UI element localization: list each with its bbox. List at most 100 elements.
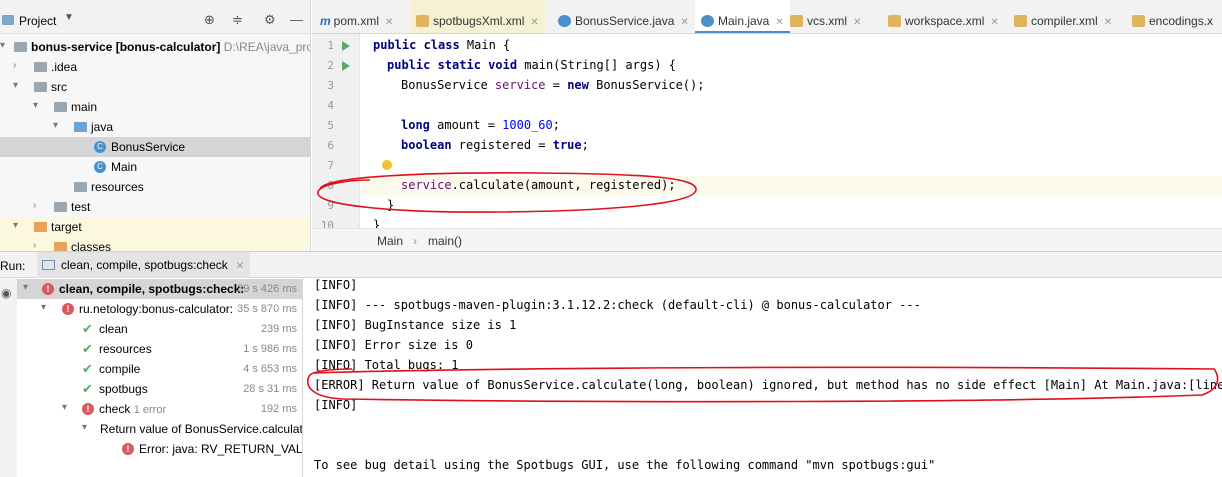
tab-label: spotbugsXml.xml bbox=[433, 14, 525, 28]
console-output[interactable]: [INFO] [INFO] --- spotbugs-maven-plugin:… bbox=[304, 278, 1222, 477]
tree-item-idea[interactable]: › .idea bbox=[0, 57, 310, 77]
chevron-down-icon[interactable]: ▾ bbox=[0, 40, 5, 51]
run-tree-label: Error: java: RV_RETURN_VALUE_ bbox=[139, 442, 303, 456]
run-toolbar: ◉ bbox=[0, 278, 17, 477]
minimize-icon[interactable]: — bbox=[290, 12, 303, 27]
chevron-right-icon[interactable]: › bbox=[13, 60, 16, 71]
maven-icon: m bbox=[320, 14, 331, 28]
run-label: Run: bbox=[0, 259, 26, 273]
close-icon[interactable]: ✕ bbox=[236, 261, 244, 272]
chevron-down-icon[interactable]: ▾ bbox=[41, 302, 46, 313]
tree-item-main[interactable]: ▾ main bbox=[0, 97, 310, 117]
run-tree-bug[interactable]: ▾ Return value of BonusService.calculate bbox=[17, 419, 303, 439]
tab-compiler-xml[interactable]: compiler.xml ✕ bbox=[1014, 0, 1112, 33]
chevron-down-icon[interactable]: ▾ bbox=[62, 402, 67, 413]
project-panel-header: Project ▼ ⊕ ≑ ⚙ — bbox=[0, 0, 310, 34]
breadcrumb-item-main[interactable]: Main bbox=[377, 234, 403, 248]
line-number: 10 bbox=[320, 219, 334, 228]
run-duration: 1 s 986 ms bbox=[243, 343, 297, 355]
run-tab[interactable]: clean, compile, spotbugs:check ✕ bbox=[37, 252, 251, 278]
code-line-5: long amount = 1000_60; bbox=[401, 118, 560, 132]
tree-item-label: target bbox=[51, 220, 82, 234]
tab-label: vcs.xml bbox=[807, 14, 847, 28]
code-line-6: boolean registered = true; bbox=[401, 138, 589, 152]
chevron-down-icon[interactable]: ▾ bbox=[33, 100, 38, 111]
run-tree-label: check bbox=[99, 402, 131, 416]
run-tree-spotbugs[interactable]: ✔ spotbugs 28 s 31 ms bbox=[17, 379, 302, 399]
tree-item-label: test bbox=[71, 200, 91, 214]
tree-item-bonusservice[interactable]: C BonusService bbox=[0, 137, 310, 157]
run-tree-root[interactable]: ▾ ! clean, compile, spotbugs:check: 39 s… bbox=[17, 279, 302, 299]
run-tree-error[interactable]: ! Error: java: RV_RETURN_VALUE_ bbox=[17, 439, 303, 459]
tree-item-classes[interactable]: › classes bbox=[0, 237, 310, 251]
run-method-icon[interactable] bbox=[342, 61, 350, 71]
code-editor[interactable]: 1 2 3 4 5 6 7 8 9 10 public class Main {… bbox=[312, 34, 1222, 228]
tree-item-bonus-service[interactable]: ▾ bonus-service [bonus-calculator] D:\RE… bbox=[0, 37, 310, 57]
line-number: 4 bbox=[327, 99, 334, 112]
source-folder-icon bbox=[74, 122, 87, 132]
line-number: 7 bbox=[327, 159, 334, 172]
chevron-down-icon[interactable]: ▾ bbox=[53, 120, 58, 131]
tree-item-target[interactable]: ▾ target bbox=[0, 217, 310, 237]
tab-pom-xml[interactable]: m pom.xml ✕ bbox=[320, 0, 393, 33]
tree-item-java[interactable]: ▾ java bbox=[0, 117, 310, 137]
collapse-icon[interactable]: ≑ bbox=[232, 12, 243, 28]
run-duration: 28 s 31 ms bbox=[243, 383, 297, 395]
close-icon[interactable]: ✕ bbox=[853, 17, 861, 28]
close-icon[interactable]: ✕ bbox=[530, 17, 538, 28]
chevron-down-icon[interactable]: ▾ bbox=[82, 422, 87, 433]
tree-item-label: main bbox=[71, 100, 98, 114]
close-icon[interactable]: ✕ bbox=[990, 17, 998, 28]
close-icon[interactable]: ✕ bbox=[1104, 17, 1112, 28]
console-line: [INFO] BugInstance size is 1 bbox=[314, 318, 517, 332]
tree-item-test[interactable]: › test bbox=[0, 197, 310, 217]
tree-item-resources[interactable]: resources bbox=[0, 177, 310, 197]
tab-workspace-xml[interactable]: workspace.xml ✕ bbox=[888, 0, 999, 33]
project-panel: Project ▼ ⊕ ≑ ⚙ — ▾ bonus-service [bonus… bbox=[0, 0, 311, 251]
chevron-down-icon[interactable]: ▾ bbox=[13, 80, 18, 91]
project-panel-title[interactable]: Project bbox=[19, 14, 56, 28]
close-icon[interactable]: ✕ bbox=[680, 17, 688, 28]
run-tree-clean[interactable]: ✔ clean 239 ms bbox=[17, 319, 302, 339]
console-line: [INFO] --- spotbugs-maven-plugin:3.1.12.… bbox=[314, 298, 921, 312]
chevron-down-icon[interactable]: ▾ bbox=[13, 220, 18, 231]
chevron-down-icon[interactable]: ▾ bbox=[23, 282, 28, 293]
tab-spotbugsxml-xml[interactable]: spotbugsXml.xml ✕ bbox=[410, 0, 545, 33]
line-number: 9 bbox=[327, 199, 334, 212]
tab-label: Main.java bbox=[718, 14, 770, 28]
tree-item-path: D:\REA\java_proje bbox=[223, 40, 310, 54]
tree-item-label: java bbox=[91, 120, 114, 134]
run-tree: ◉ ▾ ! clean, compile, spotbugs:check: 39… bbox=[0, 278, 303, 477]
line-number: 5 bbox=[327, 119, 334, 132]
chevron-right-icon[interactable]: › bbox=[33, 200, 36, 211]
eye-icon[interactable]: ◉ bbox=[1, 286, 11, 300]
breadcrumb-item-main-method[interactable]: main() bbox=[428, 234, 462, 248]
run-duration: 239 ms bbox=[260, 323, 297, 335]
tree-item-main-class[interactable]: C Main bbox=[0, 157, 310, 177]
crosshair-icon[interactable]: ⊕ bbox=[204, 12, 215, 28]
run-tree-label: Return value of BonusService.calculate bbox=[100, 422, 303, 436]
tree-item-label: bonus-service [bonus-calculator] bbox=[31, 40, 221, 54]
close-icon[interactable]: ✕ bbox=[775, 17, 783, 28]
tab-encodings-xml[interactable]: encodings.x bbox=[1132, 0, 1213, 33]
tab-label: workspace.xml bbox=[905, 14, 985, 28]
tab-bonusservice-java[interactable]: BonusService.java ✕ bbox=[558, 0, 689, 33]
tab-vcs-xml[interactable]: vcs.xml ✕ bbox=[790, 0, 861, 33]
lightbulb-icon[interactable] bbox=[382, 160, 392, 170]
chevron-right-icon[interactable]: › bbox=[33, 240, 36, 251]
run-tree-check[interactable]: ▾ ! check 1 error 192 ms bbox=[17, 399, 302, 419]
gear-icon[interactable]: ⚙ bbox=[264, 12, 276, 28]
chevron-down-icon[interactable]: ▼ bbox=[64, 12, 74, 23]
java-class-icon: C bbox=[94, 161, 106, 173]
tree-item-src[interactable]: ▾ src bbox=[0, 77, 310, 97]
close-icon[interactable]: ✕ bbox=[385, 17, 393, 28]
run-tree-resources[interactable]: ✔ resources 1 s 986 ms bbox=[17, 339, 302, 359]
tab-main-java[interactable]: Main.java ✕ bbox=[695, 0, 790, 33]
run-tree-project[interactable]: ▾ ! ru.netology:bonus-calculator: 35 s 8… bbox=[17, 299, 302, 319]
code-line-9: } bbox=[387, 198, 395, 212]
run-tree-compile[interactable]: ✔ compile 4 s 653 ms bbox=[17, 359, 302, 379]
run-class-icon[interactable] bbox=[342, 41, 350, 51]
xml-file-icon bbox=[1132, 15, 1145, 27]
java-class-icon: C bbox=[94, 141, 106, 153]
console-line: [INFO] bbox=[314, 278, 358, 292]
